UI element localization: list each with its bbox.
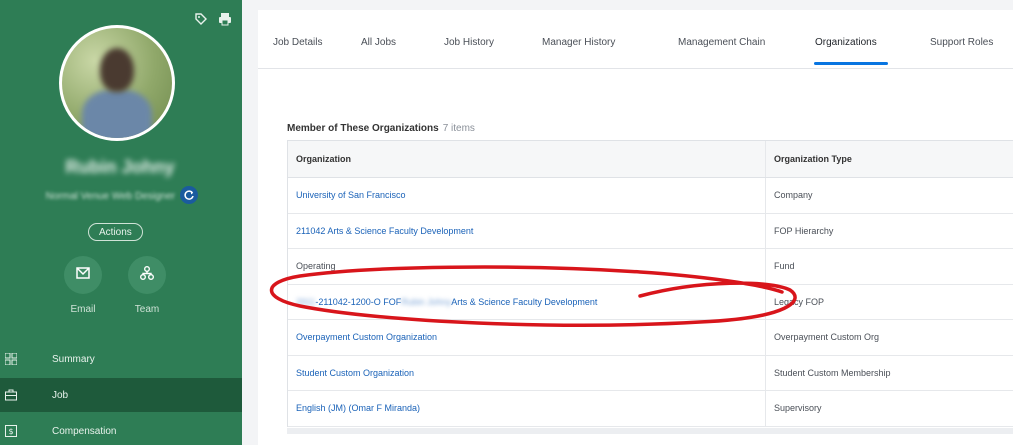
organization-type: Fund: [774, 261, 795, 272]
worker-sidebar: Rubin Johny Normal Venue Web Designer Ac…: [0, 0, 242, 445]
tab-manager-history[interactable]: Manager History: [542, 37, 615, 48]
column-header-organization-type[interactable]: Organization Type: [766, 141, 1013, 177]
svg-text:$: $: [9, 427, 14, 436]
sidebar-item-job[interactable]: Job: [0, 378, 242, 412]
horizontal-scrollbar[interactable]: [287, 428, 1013, 434]
column-header-organization[interactable]: Organization: [288, 141, 766, 177]
table-row: 211042 Arts & Science Faculty Developmen…: [288, 213, 1013, 249]
organizations-table: Organization Organization Type Universit…: [287, 140, 1013, 427]
table-row: 2911 -211042-1200-O FOF Rubin Johny Arts …: [288, 284, 1013, 320]
team-hierarchy-icon: [139, 265, 155, 286]
tab-job-details[interactable]: Job Details: [273, 37, 322, 48]
briefcase-icon: [4, 388, 18, 402]
organization-type: Legacy FOP: [774, 296, 825, 307]
tag-icon[interactable]: [194, 12, 208, 26]
organization-type: Student Custom Membership: [774, 367, 891, 378]
sidebar-item-summary[interactable]: Summary: [0, 342, 242, 376]
job-tabs: Job Details All Jobs Job History Manager…: [258, 10, 1013, 69]
organization-link[interactable]: 211042 Arts & Science Faculty Developmen…: [288, 213, 766, 248]
print-icon[interactable]: [218, 12, 232, 26]
organization-suffix: Arts & Science Faculty Development: [451, 296, 598, 307]
table-row: Operating Fund: [288, 249, 1013, 285]
redacted-name: Rubin Johny: [401, 296, 452, 307]
tab-job-history[interactable]: Job History: [444, 37, 494, 48]
table-row: Overpayment Custom Organization Overpaym…: [288, 320, 1013, 356]
mail-icon: [75, 265, 91, 286]
worker-title: Normal Venue Web Designer: [45, 191, 175, 202]
sidebar-item-label: Summary: [52, 353, 95, 365]
main-panel: Job Details All Jobs Job History Manager…: [258, 10, 1013, 445]
organization-link[interactable]: Overpayment Custom Organization: [288, 320, 766, 355]
organization-link[interactable]: Student Custom Organization: [288, 355, 766, 390]
organization-link[interactable]: University of San Francisco: [288, 178, 766, 213]
tab-management-chain[interactable]: Management Chain: [678, 37, 765, 48]
team-button[interactable]: [128, 256, 166, 294]
email-label: Email: [70, 304, 96, 315]
table-header: Organization Organization Type: [288, 141, 1013, 178]
tab-all-jobs[interactable]: All Jobs: [361, 37, 396, 48]
table-row: English (JM) (Omar F Miranda) Supervisor…: [288, 391, 1013, 427]
section-item-count: 7 items: [442, 123, 475, 134]
actions-button[interactable]: Actions: [88, 223, 143, 241]
organization-link[interactable]: 2911 -211042-1200-O FOF Rubin Johny Arts …: [288, 284, 766, 319]
tab-support-roles[interactable]: Support Roles: [930, 37, 993, 48]
organization-name: Operating: [288, 249, 766, 284]
organization-type: Company: [774, 190, 813, 201]
refresh-icon[interactable]: [180, 186, 198, 204]
tab-organizations[interactable]: Organizations: [815, 37, 877, 48]
table-row: Student Custom Organization Student Cust…: [288, 355, 1013, 391]
organization-type: Overpayment Custom Org: [774, 332, 880, 343]
worker-name: Rubin Johny: [65, 157, 175, 177]
sidebar-item-compensation[interactable]: $ Compensation: [0, 414, 242, 445]
section-title: Member of These Organizations 7 items: [287, 123, 475, 134]
organization-code: -211042-1200-O FOF: [315, 296, 402, 307]
table-row: University of San Francisco Company: [288, 178, 1013, 214]
sidebar-item-label: Job: [52, 389, 69, 401]
email-button[interactable]: [64, 256, 102, 294]
sidebar-item-label: Compensation: [52, 425, 117, 437]
compensation-icon: $: [4, 424, 18, 438]
sidebar-top-icons: [194, 12, 232, 26]
active-tab-indicator: [814, 62, 888, 65]
section-title-text: Member of These Organizations: [287, 123, 439, 134]
organization-link[interactable]: English (JM) (Omar F Miranda): [288, 391, 766, 426]
team-label: Team: [134, 304, 160, 315]
worker-avatar[interactable]: [62, 28, 172, 138]
summary-grid-icon: [4, 352, 18, 366]
organization-type: FOP Hierarchy: [774, 225, 834, 236]
organization-type: Supervisory: [774, 403, 822, 414]
redacted-prefix: 2911: [296, 296, 316, 307]
